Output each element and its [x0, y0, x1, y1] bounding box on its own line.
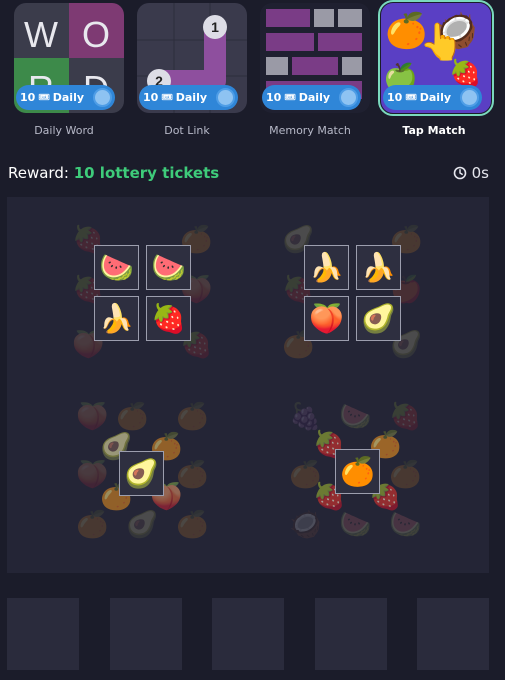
- hidden-tile: 🍇: [289, 402, 322, 432]
- tray-slot: [315, 598, 387, 670]
- hidden-tile: 🍉: [389, 510, 422, 540]
- game-card-dot-link[interactable]: 1 2 10 🎟 Daily: [137, 3, 247, 113]
- tray-slot: [212, 598, 284, 670]
- fruit-tile[interactable]: 🥑: [119, 451, 164, 496]
- tray-slot: [7, 598, 79, 670]
- fruit-tile[interactable]: 🍑: [304, 296, 349, 341]
- daily-badge: 10 🎟 Daily: [16, 85, 115, 110]
- badge-status-dot: [460, 88, 479, 107]
- hidden-tile: 🍊: [76, 510, 109, 540]
- hidden-tile: 🥥: [289, 510, 322, 540]
- game-board: 🍓 🍊 🍓 🍑 🍑 🍓 🍉 🍉 🍌 🍓 🥑 🍊 🍓 🍎 🍊 🥑 🍌 🍌 🍑 🥑 …: [7, 197, 489, 573]
- badge-text: Daily: [419, 91, 452, 104]
- tile-cluster: 🍇 🍉 🍓 🍓 🍊 🍊 🍊 🍓 🍓 🥥 🍉 🍉 🍊: [285, 402, 435, 540]
- letter-w: W: [24, 14, 58, 55]
- fruit-tile[interactable]: 🍊: [335, 449, 380, 494]
- fruit-tile[interactable]: 🍌: [356, 245, 401, 290]
- reward-row: Reward: 10 lottery tickets 0s: [8, 164, 498, 184]
- daily-badge: 10 🎟 Daily: [383, 85, 482, 110]
- badge-text: Daily: [52, 91, 85, 104]
- daily-badge: 10 🎟 Daily: [139, 85, 238, 110]
- tray-slot: [417, 598, 489, 670]
- ticket-icon: 🎟: [38, 92, 50, 103]
- ticket-icon: 🎟: [161, 92, 173, 103]
- game-label-dot-link[interactable]: Dot Link: [127, 124, 247, 137]
- badge-status-dot: [216, 88, 235, 107]
- letter-o: O: [82, 14, 110, 55]
- hidden-tile: 🍊: [116, 402, 149, 432]
- hidden-tile: 🍉: [339, 402, 372, 432]
- fruit-tile[interactable]: 🥑: [356, 296, 401, 341]
- fruit-tile[interactable]: 🍌: [94, 296, 139, 341]
- dot-number-1: 1: [211, 19, 219, 35]
- game-label-daily-word[interactable]: Daily Word: [4, 124, 124, 137]
- fruit-tile[interactable]: 🍌: [304, 245, 349, 290]
- fruit-tile[interactable]: 🍉: [94, 245, 139, 290]
- badge-text: Daily: [298, 91, 331, 104]
- badge-count: 10: [266, 91, 282, 104]
- pointer-hand-icon: 👆: [419, 22, 464, 63]
- ticket-icon: 🎟: [405, 92, 417, 103]
- tile-cluster: 🍑 🍊 🍊 🥑 🍊 🍑 🍊 🍊 🍑 🍊 🥑 🍊 🥑: [72, 402, 222, 540]
- reward-value: 10 lottery tickets: [73, 164, 220, 182]
- game-card-tap-match[interactable]: 🍊 🥥 👆 🍏 🍓 10 🎟 Daily: [378, 0, 494, 116]
- fruit-tile[interactable]: 🍉: [146, 245, 191, 290]
- hidden-tile: 🍊: [176, 510, 209, 540]
- reward-text: Reward: 10 lottery tickets: [8, 164, 219, 182]
- badge-count: 10: [20, 91, 36, 104]
- badge-count: 10: [143, 91, 159, 104]
- badge-status-dot: [339, 88, 358, 107]
- timer-value: 0s: [471, 164, 489, 182]
- hidden-tile: 🍓: [389, 402, 422, 432]
- hidden-tile: 🍑: [76, 402, 109, 432]
- game-selector: W O R D 10 🎟 Daily Daily Word 1 2 10: [0, 0, 505, 150]
- tile-cluster: 🥑 🍊 🍓 🍎 🍊 🥑 🍌 🍌 🍑 🥑: [282, 225, 432, 360]
- game-card-daily-word[interactable]: W O R D 10 🎟 Daily: [14, 3, 124, 113]
- tile-cluster: 🍓 🍊 🍓 🍑 🍑 🍓 🍉 🍉 🍌 🍓: [72, 225, 222, 360]
- game-label-memory-match[interactable]: Memory Match: [250, 124, 370, 137]
- timer: 0s: [453, 164, 489, 182]
- game-label-tap-match[interactable]: Tap Match: [374, 124, 494, 137]
- hidden-tile: 🍉: [339, 510, 372, 540]
- tray-slot: [110, 598, 182, 670]
- daily-badge: 10 🎟 Daily: [262, 85, 361, 110]
- hidden-tile: 🍊: [176, 402, 209, 432]
- hidden-tile: 🥑: [126, 510, 159, 540]
- ticket-icon: 🎟: [284, 92, 296, 103]
- fruit-tile[interactable]: 🍓: [146, 296, 191, 341]
- clock-icon: [453, 166, 466, 180]
- badge-status-dot: [93, 88, 112, 107]
- game-card-memory-match[interactable]: 10 🎟 Daily: [260, 3, 370, 113]
- badge-text: Daily: [175, 91, 208, 104]
- reward-label: Reward:: [8, 164, 69, 182]
- badge-count: 10: [387, 91, 403, 104]
